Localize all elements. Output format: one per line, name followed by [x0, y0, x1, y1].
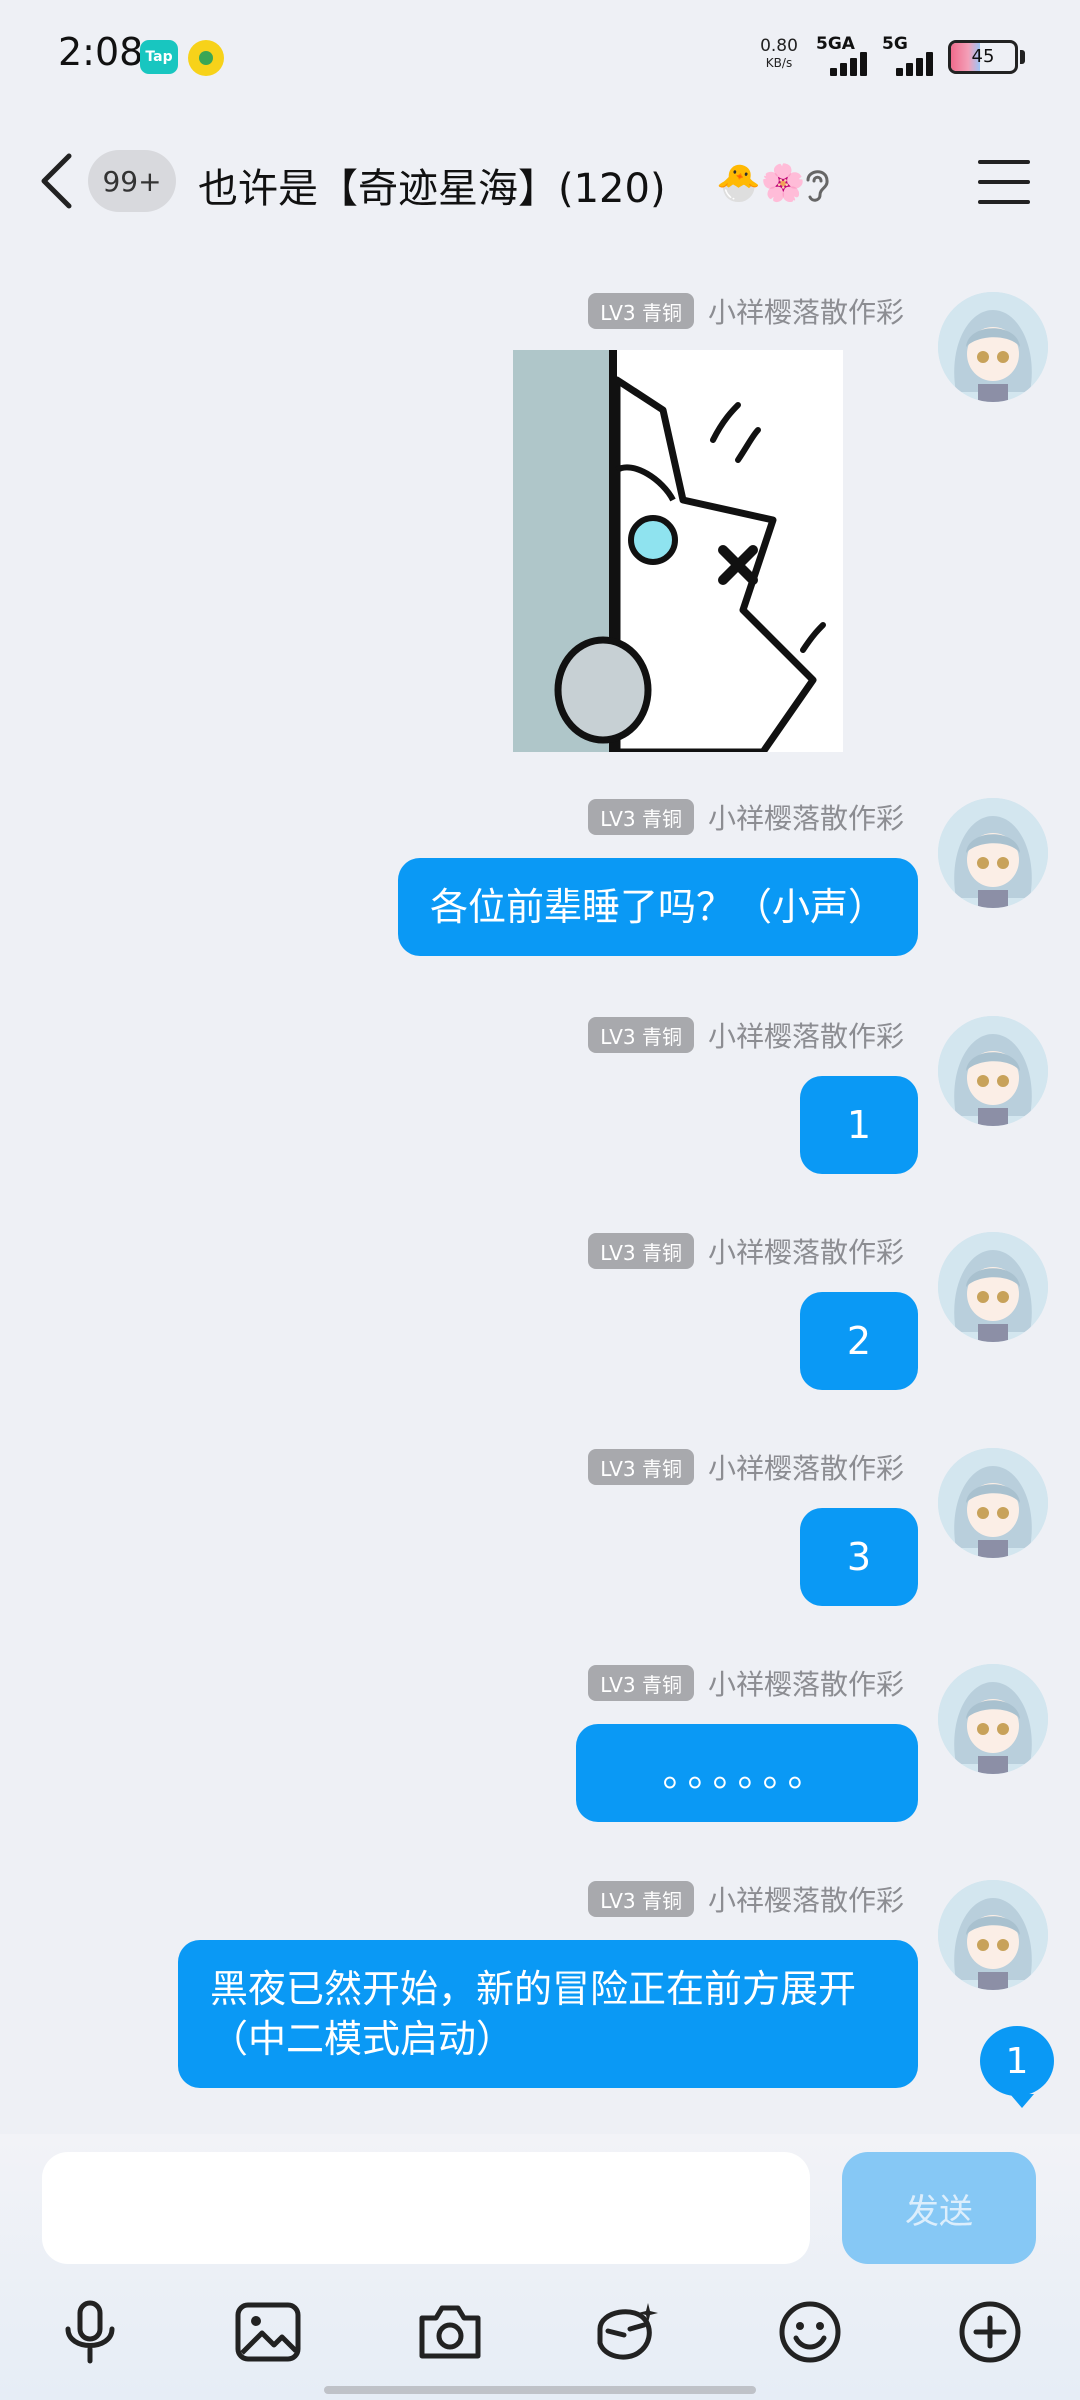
- network-type-1: 5GA: [816, 34, 855, 54]
- sticker-image[interactable]: [513, 350, 843, 752]
- message-list[interactable]: LV3 青铜 小祥樱落散作彩 LV3 青铜 小祥樱落散作彩 各位前辈睡了吗？（小…: [0, 252, 1080, 2132]
- network-speed-value: 0.80: [760, 36, 798, 56]
- message-meta: LV3 青铜 小祥樱落散作彩: [588, 1232, 904, 1270]
- gallery-button[interactable]: [228, 2292, 308, 2372]
- red-packet-button[interactable]: [586, 2292, 666, 2372]
- level-badge: LV3 青铜: [588, 1665, 694, 1701]
- hamburger-icon-line: [978, 160, 1030, 164]
- avatar-image: [938, 1016, 1048, 1126]
- message-meta: LV3 青铜 小祥樱落散作彩: [588, 798, 904, 836]
- avatar[interactable]: [938, 1880, 1048, 1990]
- level-badge: LV3 青铜: [588, 1233, 694, 1269]
- more-button[interactable]: [950, 2292, 1030, 2372]
- battery-icon: 45: [948, 40, 1018, 74]
- message-bubble[interactable]: 黑夜已然开始，新的冒险正在前方展开（中二模式启动）: [178, 1940, 918, 2088]
- music-app-icon: [188, 40, 224, 76]
- ear-icon[interactable]: [800, 164, 834, 204]
- status-bar: 2:08 Tap 0.80 KB/s 5GA 5G 45: [0, 0, 1080, 112]
- sender-name[interactable]: 小祥樱落散作彩: [708, 291, 904, 331]
- avatar-image: [938, 1232, 1048, 1342]
- cat-sticker-icon: [513, 350, 826, 752]
- network-type-2: 5G: [882, 34, 908, 54]
- avatar[interactable]: [938, 798, 1048, 908]
- avatar-image: [938, 292, 1048, 402]
- signal-icon-2: [896, 52, 940, 76]
- avatar-image: [938, 1664, 1048, 1774]
- camera-button[interactable]: [410, 2292, 490, 2372]
- message-bubble[interactable]: 。。。。。。: [576, 1724, 918, 1822]
- chat-header: 99+ 也许是【奇迹星海】(120) 🐣🌸: [0, 112, 1080, 252]
- battery-tip: [1020, 50, 1025, 64]
- avatar[interactable]: [938, 1232, 1048, 1342]
- avatar-image: [938, 1448, 1048, 1558]
- message-meta: LV3 青铜 小祥樱落散作彩: [588, 1016, 904, 1054]
- microphone-icon: [65, 2300, 115, 2364]
- network-speed-unit: KB/s: [765, 56, 793, 70]
- camera-icon: [419, 2305, 481, 2359]
- message-bubble[interactable]: 各位前辈睡了吗？（小声）: [397, 858, 918, 956]
- unread-badge[interactable]: 99+: [88, 150, 176, 212]
- plus-icon: [959, 2301, 1021, 2363]
- voice-button[interactable]: [50, 2292, 130, 2372]
- sender-name[interactable]: 小祥樱落散作彩: [708, 1663, 904, 1703]
- signal-icon: [830, 52, 874, 76]
- sender-name[interactable]: 小祥樱落散作彩: [708, 1879, 904, 1919]
- status-time: 2:08: [58, 30, 144, 74]
- emoji-icon: [779, 2301, 841, 2363]
- group-title[interactable]: 也许是【奇迹星海】(120): [198, 156, 666, 214]
- level-badge: LV3 青铜: [588, 1017, 694, 1053]
- avatar[interactable]: [938, 1016, 1048, 1126]
- message-meta: LV3 青铜 小祥樱落散作彩: [588, 1880, 904, 1918]
- message-meta: LV3 青铜 小祥樱落散作彩: [588, 1448, 904, 1486]
- red-packet-icon: [597, 2303, 658, 2360]
- sender-name[interactable]: 小祥樱落散作彩: [708, 1015, 904, 1055]
- back-button[interactable]: [36, 148, 76, 214]
- level-badge: LV3 青铜: [588, 1449, 694, 1485]
- avatar[interactable]: [938, 292, 1048, 402]
- message-bubble[interactable]: 1: [800, 1076, 918, 1174]
- level-badge: LV3 青铜: [588, 293, 694, 329]
- emoji-button[interactable]: [770, 2292, 850, 2372]
- tap-app-icon: Tap: [140, 40, 178, 74]
- menu-button[interactable]: [978, 160, 1030, 204]
- sender-name[interactable]: 小祥樱落散作彩: [708, 797, 904, 837]
- message-bubble[interactable]: 2: [800, 1292, 918, 1390]
- image-icon: [235, 2302, 301, 2362]
- hamburger-icon-line: [978, 200, 1030, 204]
- hamburger-icon-line: [978, 180, 1030, 184]
- input-area: 发送: [0, 2134, 1080, 2400]
- message-input[interactable]: [42, 2152, 810, 2264]
- level-badge: LV3 青铜: [588, 799, 694, 835]
- avatar[interactable]: [938, 1664, 1048, 1774]
- message-meta: LV3 青铜 小祥樱落散作彩: [588, 1664, 904, 1702]
- network-speed: 0.80 KB/s: [756, 36, 802, 70]
- chevron-left-icon: [41, 153, 72, 209]
- avatar-image: [938, 1880, 1048, 1990]
- new-message-badge[interactable]: 1: [980, 2026, 1054, 2108]
- message-meta: LV3 青铜 小祥樱落散作彩: [588, 292, 904, 330]
- message-bubble[interactable]: 3: [800, 1508, 918, 1606]
- title-emoji: 🐣🌸: [716, 163, 806, 204]
- level-badge: LV3 青铜: [588, 1881, 694, 1917]
- battery-level: 45: [971, 46, 995, 67]
- sender-name[interactable]: 小祥樱落散作彩: [708, 1231, 904, 1271]
- avatar-image: [938, 798, 1048, 908]
- home-indicator[interactable]: [324, 2386, 756, 2394]
- send-button[interactable]: 发送: [842, 2152, 1036, 2264]
- avatar[interactable]: [938, 1448, 1048, 1558]
- sender-name[interactable]: 小祥樱落散作彩: [708, 1447, 904, 1487]
